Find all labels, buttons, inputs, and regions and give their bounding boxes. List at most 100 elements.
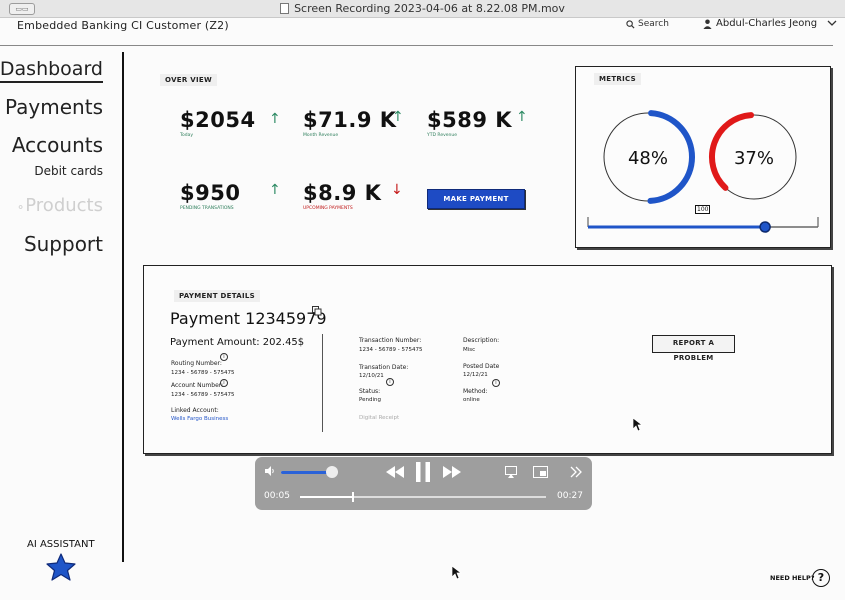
more-options-icon[interactable] <box>570 466 582 478</box>
copy-icon[interactable] <box>312 306 322 316</box>
chevron-down-icon <box>827 20 837 26</box>
metric-value: $2054 <box>180 108 256 132</box>
posted-date-label: Posted Date <box>463 363 500 370</box>
report-problem-button[interactable]: REPORT A PROBLEM <box>652 335 735 362</box>
transaction-date-value: 12/10/21 <box>359 373 384 379</box>
slider-value: 100 <box>695 205 711 214</box>
digital-receipt-link[interactable]: Digital Receipt <box>359 415 399 421</box>
fast-forward-icon[interactable] <box>443 466 461 478</box>
need-help-label: NEED HELP? <box>770 574 815 582</box>
overview-tag: OVER VIEW <box>160 74 218 86</box>
metric-ytd-revenue: $589 K YTD Revenue <box>427 108 512 138</box>
trend-up-icon: ↑ <box>392 109 404 125</box>
window-title-bar: ▭▭ Screen Recording 2023-04-06 at 8.22.0… <box>0 0 845 18</box>
payment-details-card: PAYMENT DETAILS Payment 12345979 Payment… <box>143 265 832 454</box>
payment-details-tag: PAYMENT DETAILS <box>174 290 260 302</box>
linked-account-label: Linked Account: <box>171 407 219 414</box>
ai-assistant-star-icon[interactable] <box>46 553 76 581</box>
rewind-icon[interactable] <box>386 466 404 478</box>
pause-icon[interactable] <box>416 462 430 482</box>
metric-today: $2054 Today <box>180 108 256 138</box>
status-value: Pending <box>359 397 381 403</box>
description-label: Description: <box>463 337 500 344</box>
account-number-value: 1234 - 56789 - 575475 <box>171 392 235 398</box>
sidebar-item-debit-cards[interactable]: Debit cards <box>34 164 103 178</box>
transaction-number-value: 1234 - 56789 - 575475 <box>359 347 423 353</box>
payment-title: Payment 12345979 <box>170 309 327 328</box>
transaction-date-label: Transation Date: <box>359 364 409 371</box>
sidebar-item-dashboard[interactable]: Dashboard <box>0 58 103 83</box>
method-label: Method: <box>463 388 488 395</box>
metric-value: $71.9 K <box>303 108 397 132</box>
method-value: online <box>463 397 480 403</box>
trend-up-icon: ↑ <box>269 111 281 127</box>
sidebar-item-payments[interactable]: Payments <box>5 95 103 119</box>
metrics-card: METRICS 48% 37% 100 <box>575 66 831 248</box>
app-header: Embedded Banking CI Customer (Z2) Search… <box>0 18 845 48</box>
metric-label: Month Revenue <box>303 133 339 138</box>
trend-up-icon: ↑ <box>516 109 528 125</box>
ai-assistant-label: AI ASSISTANT <box>27 539 95 550</box>
routing-number-label: Routing Number: <box>171 360 222 367</box>
mouse-cursor-icon <box>633 418 643 432</box>
window-title: Screen Recording 2023-04-06 at 8.22.08 P… <box>294 2 565 15</box>
mouse-cursor-icon <box>452 566 462 580</box>
video-player-controls: 00:05 00:27 <box>255 457 592 510</box>
remaining-time: 00:27 <box>557 491 583 501</box>
description-value: Misc <box>463 347 476 353</box>
search-icon <box>626 19 635 29</box>
gauge-2-text: 37% <box>734 148 774 169</box>
metric-value: $8.9 K <box>303 181 382 205</box>
sidebar-item-accounts[interactable]: Accounts <box>12 133 103 157</box>
metric-label: Today <box>180 133 194 138</box>
status-label: Status: <box>359 388 381 395</box>
volume-fill <box>281 471 333 474</box>
info-icon[interactable]: i <box>220 379 228 387</box>
user-name: Abdul-Charles Jeong <box>716 18 818 29</box>
gauge-1-text: 48% <box>628 148 668 169</box>
brand-title: Embedded Banking CI Customer (Z2) <box>17 19 229 32</box>
posted-date-value: 12/12/21 <box>463 372 488 378</box>
airplay-icon[interactable] <box>505 466 517 478</box>
document-icon <box>280 3 290 14</box>
search-label: Search <box>638 19 669 29</box>
header-divider <box>0 45 833 46</box>
slider-handle[interactable] <box>759 221 771 233</box>
metric-value: $950 <box>180 181 241 205</box>
sidebar-toggle-button[interactable]: ▭▭ <box>9 3 35 15</box>
metrics-gauges: 48% 37% <box>587 110 819 233</box>
playback-progress-fill <box>300 496 352 498</box>
routing-number-value: 1234 - 56789 - 575475 <box>171 370 235 376</box>
sidebar-divider <box>122 52 124 562</box>
trend-up-icon: ↑ <box>269 182 281 198</box>
metric-upcoming-payments: $8.9 K UPCOMING PAYMENTS <box>303 181 381 211</box>
trend-down-icon: ↓ <box>391 182 403 198</box>
make-payment-button[interactable]: MAKE PAYMENT <box>427 189 525 209</box>
metric-label: YTD Revenue <box>427 133 457 138</box>
sidebar-item-products[interactable]: ⚬Products <box>16 195 103 216</box>
search-button[interactable]: Search <box>626 19 669 29</box>
info-icon[interactable]: i <box>386 378 394 386</box>
user-icon <box>703 19 712 29</box>
details-divider <box>322 334 323 432</box>
metric-month-revenue: $71.9 K Month Revenue <box>303 108 397 138</box>
info-icon[interactable]: i <box>220 353 228 361</box>
linked-account-link[interactable]: Wells Fargo Business <box>171 416 228 422</box>
playback-scrubber-handle[interactable] <box>351 492 354 502</box>
metric-label: UPCOMING PAYMENTS <box>303 206 353 211</box>
info-icon[interactable]: i <box>492 379 500 387</box>
products-bullet-icon: ⚬ <box>16 201 26 214</box>
user-menu[interactable]: Abdul-Charles Jeong <box>703 18 837 29</box>
metric-label: PENDING TRANSATIONS <box>180 206 234 211</box>
payment-amount: Payment Amount: 202.45$ <box>170 337 305 348</box>
metric-value: $589 K <box>427 108 513 132</box>
volume-slider-handle[interactable] <box>326 466 339 478</box>
transaction-number-label: Transaction Number: <box>359 337 422 344</box>
sidebar-item-support[interactable]: Support <box>24 232 103 256</box>
metric-pending-transactions: $950 PENDING TRANSATIONS <box>180 181 240 211</box>
elapsed-time: 00:05 <box>264 491 290 501</box>
help-icon[interactable]: ? <box>812 569 830 587</box>
picture-in-picture-icon[interactable] <box>533 466 548 478</box>
volume-icon[interactable] <box>264 465 276 477</box>
account-number-label: Account Number: <box>171 382 224 389</box>
